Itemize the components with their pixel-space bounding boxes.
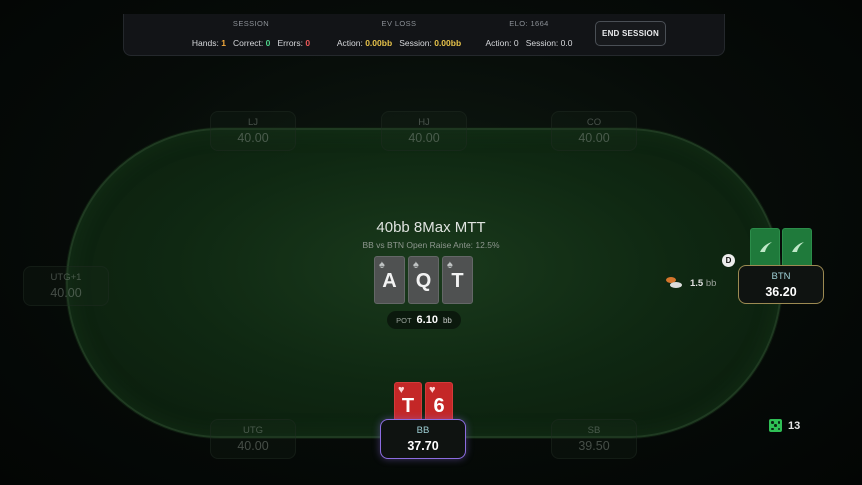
seat-bb-hero: BB 37.70	[380, 419, 466, 459]
seat-hj: HJ 40.00	[381, 111, 467, 151]
ev-loss-stats: EV LOSS Action: 0.00bb Session: 0.00bb	[324, 14, 474, 56]
seat-sb: SB 39.50	[551, 419, 637, 459]
elo-action: 0	[513, 38, 519, 48]
elo-header: ELO: 1664	[509, 19, 549, 28]
board-card: ♠ Q	[408, 256, 439, 304]
seat-btn: BTN 36.20	[738, 265, 824, 304]
board-card: ♠ A	[374, 256, 405, 304]
chips-icon	[666, 277, 684, 289]
hero-card: ♥ T	[394, 382, 422, 422]
game-subtitle: BB vs BTN Open Raise Ante: 12.5%	[362, 240, 500, 250]
card-back-logo-icon	[760, 242, 772, 252]
seat-lj: LJ 40.00	[210, 111, 296, 151]
board-card: ♠ T	[442, 256, 473, 304]
pot-unit: bb	[442, 315, 452, 325]
hands-count: 1	[221, 38, 226, 48]
card-back-logo-icon	[792, 242, 804, 252]
elo-stats: ELO: 1664 Action: 0 Session: 0.0	[464, 14, 594, 56]
ev-loss-session: 0.00bb	[434, 38, 462, 48]
seat-utg1: UTG+1 40.00	[23, 266, 109, 306]
correct-count: 0	[265, 38, 271, 48]
pot-value: 6.10	[416, 314, 438, 326]
pot-label: POT	[396, 315, 412, 325]
game-title: 40bb 8Max MTT	[376, 219, 486, 236]
hero-card: ♥ 6	[425, 382, 453, 422]
elo-session: 0.0	[560, 38, 573, 48]
ev-loss-header: EV LOSS	[381, 19, 417, 28]
errors-count: 0	[305, 38, 311, 48]
btn-bet: 1.5 bb	[666, 277, 716, 289]
villain-card-back	[750, 228, 780, 268]
pot-display: POT 6.10 bb	[387, 311, 461, 329]
end-session-button[interactable]: END SESSION	[595, 21, 666, 46]
stats-bar: SESSION Hands: 1 Correct: 0 Errors: 0 EV…	[123, 14, 725, 56]
session-stats: SESSION Hands: 1 Correct: 0 Errors: 0	[176, 14, 326, 56]
seat-utg: UTG 40.00	[210, 419, 296, 459]
seat-co: CO 40.00	[551, 111, 637, 151]
session-header: SESSION	[232, 19, 270, 28]
ev-loss-action: 0.00bb	[365, 38, 393, 48]
dice-count: 13	[788, 419, 801, 432]
bet-amount: 1.5	[690, 277, 704, 289]
dice-counter[interactable]: 13	[769, 419, 800, 432]
dice-icon	[769, 419, 782, 432]
dealer-button-icon: D	[722, 254, 735, 267]
villain-card-back	[782, 228, 812, 268]
